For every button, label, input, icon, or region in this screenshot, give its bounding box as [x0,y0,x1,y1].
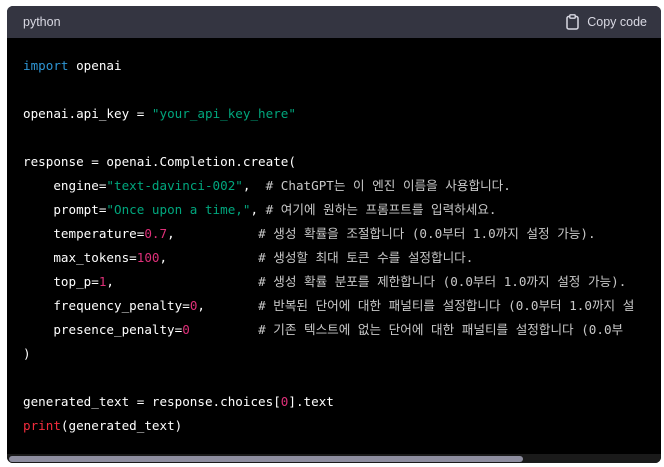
code-token: , [197,298,259,313]
builtin-token: print [23,418,61,433]
string-token: "Once upon a time," [106,202,251,217]
comment-token: # 여기에 원하는 프롬프트를 입력하세요. [265,202,497,217]
code-token: frequency_penalty= [23,298,190,313]
scrollbar-thumb[interactable] [9,456,523,462]
code-line-13: ) [23,345,31,363]
code-block: python Copy code import openai openai.ap… [7,6,661,463]
code-token: presence_penalty= [23,322,183,337]
code-token: (generated_text) [60,418,183,433]
code-line-1: import openai [23,57,122,75]
copy-code-button[interactable]: Copy code [566,14,647,30]
code-token: , [167,226,259,241]
string-token: "text-davinci-002" [106,178,243,193]
code-line-9: max_tokens=100, # 생성할 최대 토큰 수를 설정합니다. [23,249,473,267]
code-line-5: response = openai.Completion.create( [23,153,296,171]
keyword-token: import [23,58,69,73]
number-token: 0.7 [144,226,168,241]
comment-token: # 생성할 최대 토큰 수를 설정합니다. [258,250,474,265]
code-block-header: python Copy code [7,6,661,38]
comment-token: # 기존 텍스트에 없는 단어에 대한 패널티를 설정합니다 (0.0부 [258,322,624,337]
string-token: "your_api_key_here" [151,106,296,121]
code-token: top_p= [23,274,99,289]
code-token: , [159,250,259,265]
number-token: 0 [182,322,190,337]
horizontal-scrollbar[interactable] [7,454,661,463]
comment-token: # ChatGPT는 이 엔진 이름을 사용합니다. [265,178,511,193]
code-line-10: top_p=1, # 생성 확률 분포를 제한합니다 (0.0부터 1.0까지 … [23,273,626,291]
code-token: ].text [288,394,334,409]
code-line-15: generated_text = response.choices[0].tex… [23,393,334,411]
code-token: openai.api_key = [23,106,152,121]
number-token: 100 [136,250,160,265]
code-token: openai [68,58,122,73]
language-label: python [23,15,61,29]
code-token: , [250,202,266,217]
comment-token: # 반복된 단어에 대한 패널티를 설정합니다 (0.0부터 1.0까지 설 [258,298,635,313]
code-line-6: engine="text-davinci-002", # ChatGPT는 이 … [23,177,511,195]
code-token: generated_text = response.choices[ [23,394,281,409]
code-line-16: print(generated_text) [23,417,182,435]
code-token: max_tokens= [23,250,137,265]
code-token: engine= [23,178,107,193]
code-token: , [106,274,259,289]
comment-token: # 생성 확률을 조절합니다 (0.0부터 1.0까지 설정 가능). [258,226,596,241]
code-area: import openai openai.api_key = "your_api… [7,38,661,463]
code-line-12: presence_penalty=0 # 기존 텍스트에 없는 단어에 대한 패… [23,321,623,339]
code-token: prompt= [23,202,107,217]
code-line-11: frequency_penalty=0, # 반복된 단어에 대한 패널티를 설… [23,297,634,315]
comment-token: # 생성 확률 분포를 제한합니다 (0.0부터 1.0까지 설정 가능). [258,274,627,289]
code-line-7: prompt="Once upon a time,", # 여기에 원하는 프롬… [23,201,497,219]
code-line-8: temperature=0.7, # 생성 확률을 조절합니다 (0.0부터 1… [23,225,596,243]
code-token: ) [23,346,31,361]
code-token: response = openai.Completion.create( [23,154,296,169]
code-token: , [242,178,266,193]
copy-code-label: Copy code [587,15,647,29]
code-token: temperature= [23,226,145,241]
code-line-3: openai.api_key = "your_api_key_here" [23,105,296,123]
clipboard-icon [566,14,579,30]
